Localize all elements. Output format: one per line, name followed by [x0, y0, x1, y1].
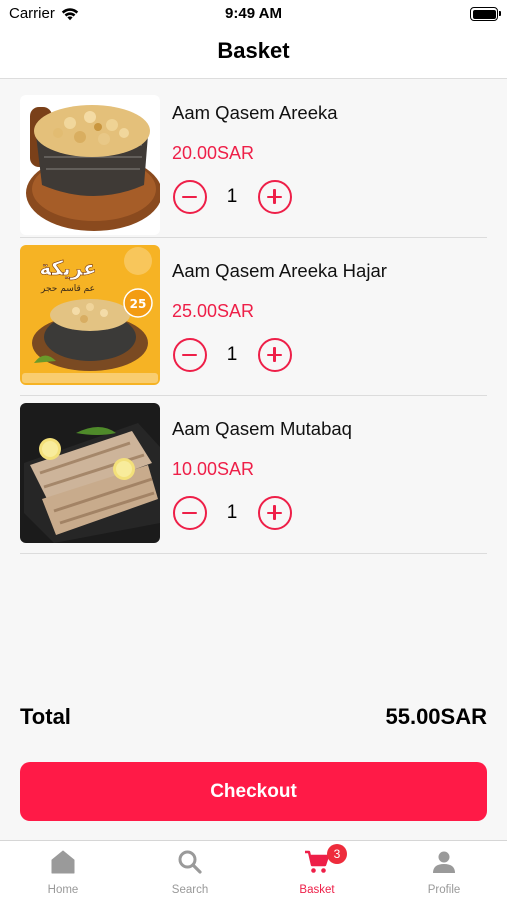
total-label: Total: [20, 704, 71, 729]
image-arabic-subtitle: عم قاسم حجر: [40, 284, 95, 294]
tab-basket[interactable]: 3 Basket: [254, 841, 380, 900]
decrease-quantity-button[interactable]: [173, 496, 207, 530]
decrease-quantity-button[interactable]: [173, 180, 207, 214]
tab-search[interactable]: Search: [127, 841, 253, 900]
item-name: Aam Qasem Mutabaq: [172, 418, 352, 439]
tab-label: Home: [47, 884, 79, 896]
page-title: Basket: [217, 38, 290, 63]
tab-label: Profile: [427, 884, 461, 896]
decrease-quantity-button[interactable]: [173, 338, 207, 372]
minus-icon: [182, 195, 197, 199]
basket-item: 25 عريكة عم قاسم حجر Aam Qasem Areeka Ha…: [20, 238, 487, 396]
item-quantity: 1: [226, 502, 238, 523]
battery-icon: [470, 7, 501, 21]
tab-home[interactable]: Home: [0, 841, 126, 900]
nav-bar: Basket: [0, 28, 507, 79]
basket-item: Aam Qasem Mutabaq 10.00SAR 1: [20, 396, 487, 554]
item-price: 10.00SAR: [172, 459, 255, 479]
minus-icon: [182, 511, 197, 515]
status-time: 9:49 AM: [225, 5, 282, 22]
increase-quantity-button[interactable]: [258, 496, 292, 530]
item-price: 20.00SAR: [172, 143, 255, 163]
search-icon: [178, 850, 202, 874]
minus-icon: [182, 353, 197, 357]
tab-profile[interactable]: Profile: [381, 841, 507, 900]
checkout-button[interactable]: Checkout: [20, 762, 487, 821]
image-price-badge: 25: [130, 297, 147, 311]
item-quantity: 1: [226, 344, 238, 365]
image-arabic-title: عريكة: [39, 256, 96, 280]
person-icon: [433, 851, 455, 873]
item-price: 25.00SAR: [172, 301, 255, 321]
item-name: Aam Qasem Areeka: [172, 102, 338, 123]
basket-item: Aam Qasem Areeka 20.00SAR 1: [20, 80, 487, 238]
item-image: [20, 403, 160, 543]
total-value: 55.00SAR: [385, 704, 487, 729]
item-name: Aam Qasem Areeka Hajar: [172, 260, 387, 281]
tab-label: Basket: [299, 884, 335, 896]
status-bar: Carrier 9:49 AM: [0, 0, 507, 28]
tab-bar: Home Search 3 Basket Profile: [0, 840, 507, 900]
item-image: 25 عريكة عم قاسم حجر: [20, 245, 160, 385]
increase-quantity-button[interactable]: [258, 180, 292, 214]
cart-count-badge: 3: [327, 844, 347, 864]
increase-quantity-button[interactable]: [258, 338, 292, 372]
item-quantity: 1: [226, 186, 238, 207]
tab-label: Search: [171, 884, 209, 896]
item-image: [20, 95, 160, 235]
home-icon: [51, 850, 75, 874]
